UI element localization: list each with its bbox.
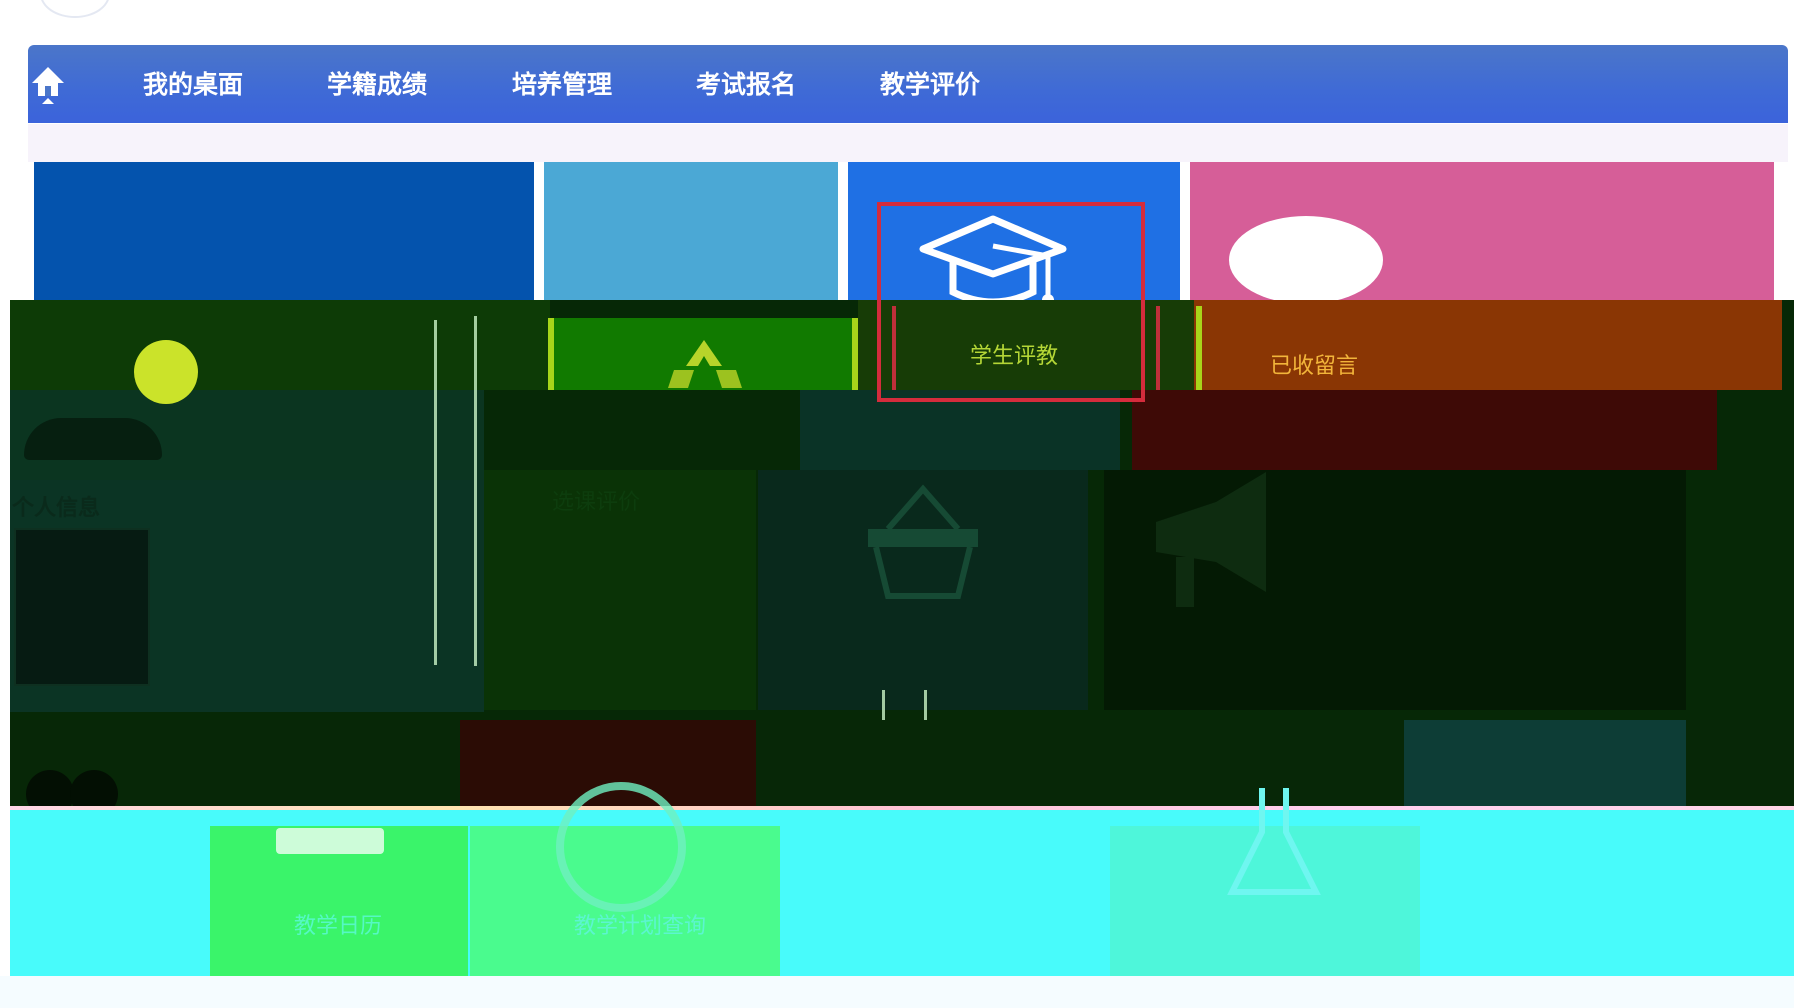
scan-line (474, 316, 477, 666)
tile-label-teaching-plan: 教学计划查询 (574, 913, 707, 938)
tile-divider (1196, 306, 1202, 390)
tile-label-course-evaluation: 选课评价 (552, 489, 641, 514)
megaphone-icon (1146, 472, 1276, 627)
qr-card (14, 528, 150, 686)
recycle-icon (654, 336, 754, 397)
frame-edge (1156, 306, 1160, 390)
scan-line (434, 320, 437, 665)
tile-personal-info-strip (10, 300, 550, 390)
home-icon (32, 67, 64, 104)
flask-icon (1226, 782, 1322, 907)
sub-toolbar (28, 124, 1788, 162)
nav-item-enrollment-grades[interactable]: 学籍成绩 (327, 68, 427, 102)
tile-course-evaluation[interactable] (544, 162, 838, 320)
page-footer (0, 976, 1794, 1008)
tile-divider (852, 318, 858, 390)
nav-item-teaching-evaluation[interactable]: 教学评价 (880, 68, 980, 102)
clock-book-icon (556, 782, 686, 912)
tile-divider (548, 318, 554, 390)
chat-bubble-icon (1229, 216, 1383, 304)
tile-received-messages-body (1132, 390, 1717, 470)
tile-student-evaluation-body (800, 390, 1120, 470)
tile-personal-info[interactable] (34, 162, 534, 320)
tile-blue-lower (1404, 720, 1686, 820)
monitor-icon (276, 828, 384, 854)
tile-label-personal-info: 个人信息 (12, 495, 101, 520)
frame-edge (892, 306, 896, 390)
nav-item-training-management[interactable]: 培养管理 (512, 68, 612, 102)
nav-item-my-desktop[interactable]: 我的桌面 (143, 68, 243, 102)
home-button[interactable] (30, 64, 66, 104)
tile-label-received-messages: 已收留言 (1270, 353, 1359, 378)
tile-label-teaching-calendar: 教学日历 (294, 913, 383, 938)
avatar-icon (134, 340, 198, 404)
nav-item-exam-registration[interactable]: 考试报名 (696, 68, 796, 102)
selected-tile-frame (877, 202, 1145, 402)
top-header (0, 0, 1794, 44)
avatar-shoulders (24, 418, 162, 460)
tile-label-student-evaluation: 学生评教 (970, 343, 1059, 368)
basket-icon (858, 484, 988, 609)
